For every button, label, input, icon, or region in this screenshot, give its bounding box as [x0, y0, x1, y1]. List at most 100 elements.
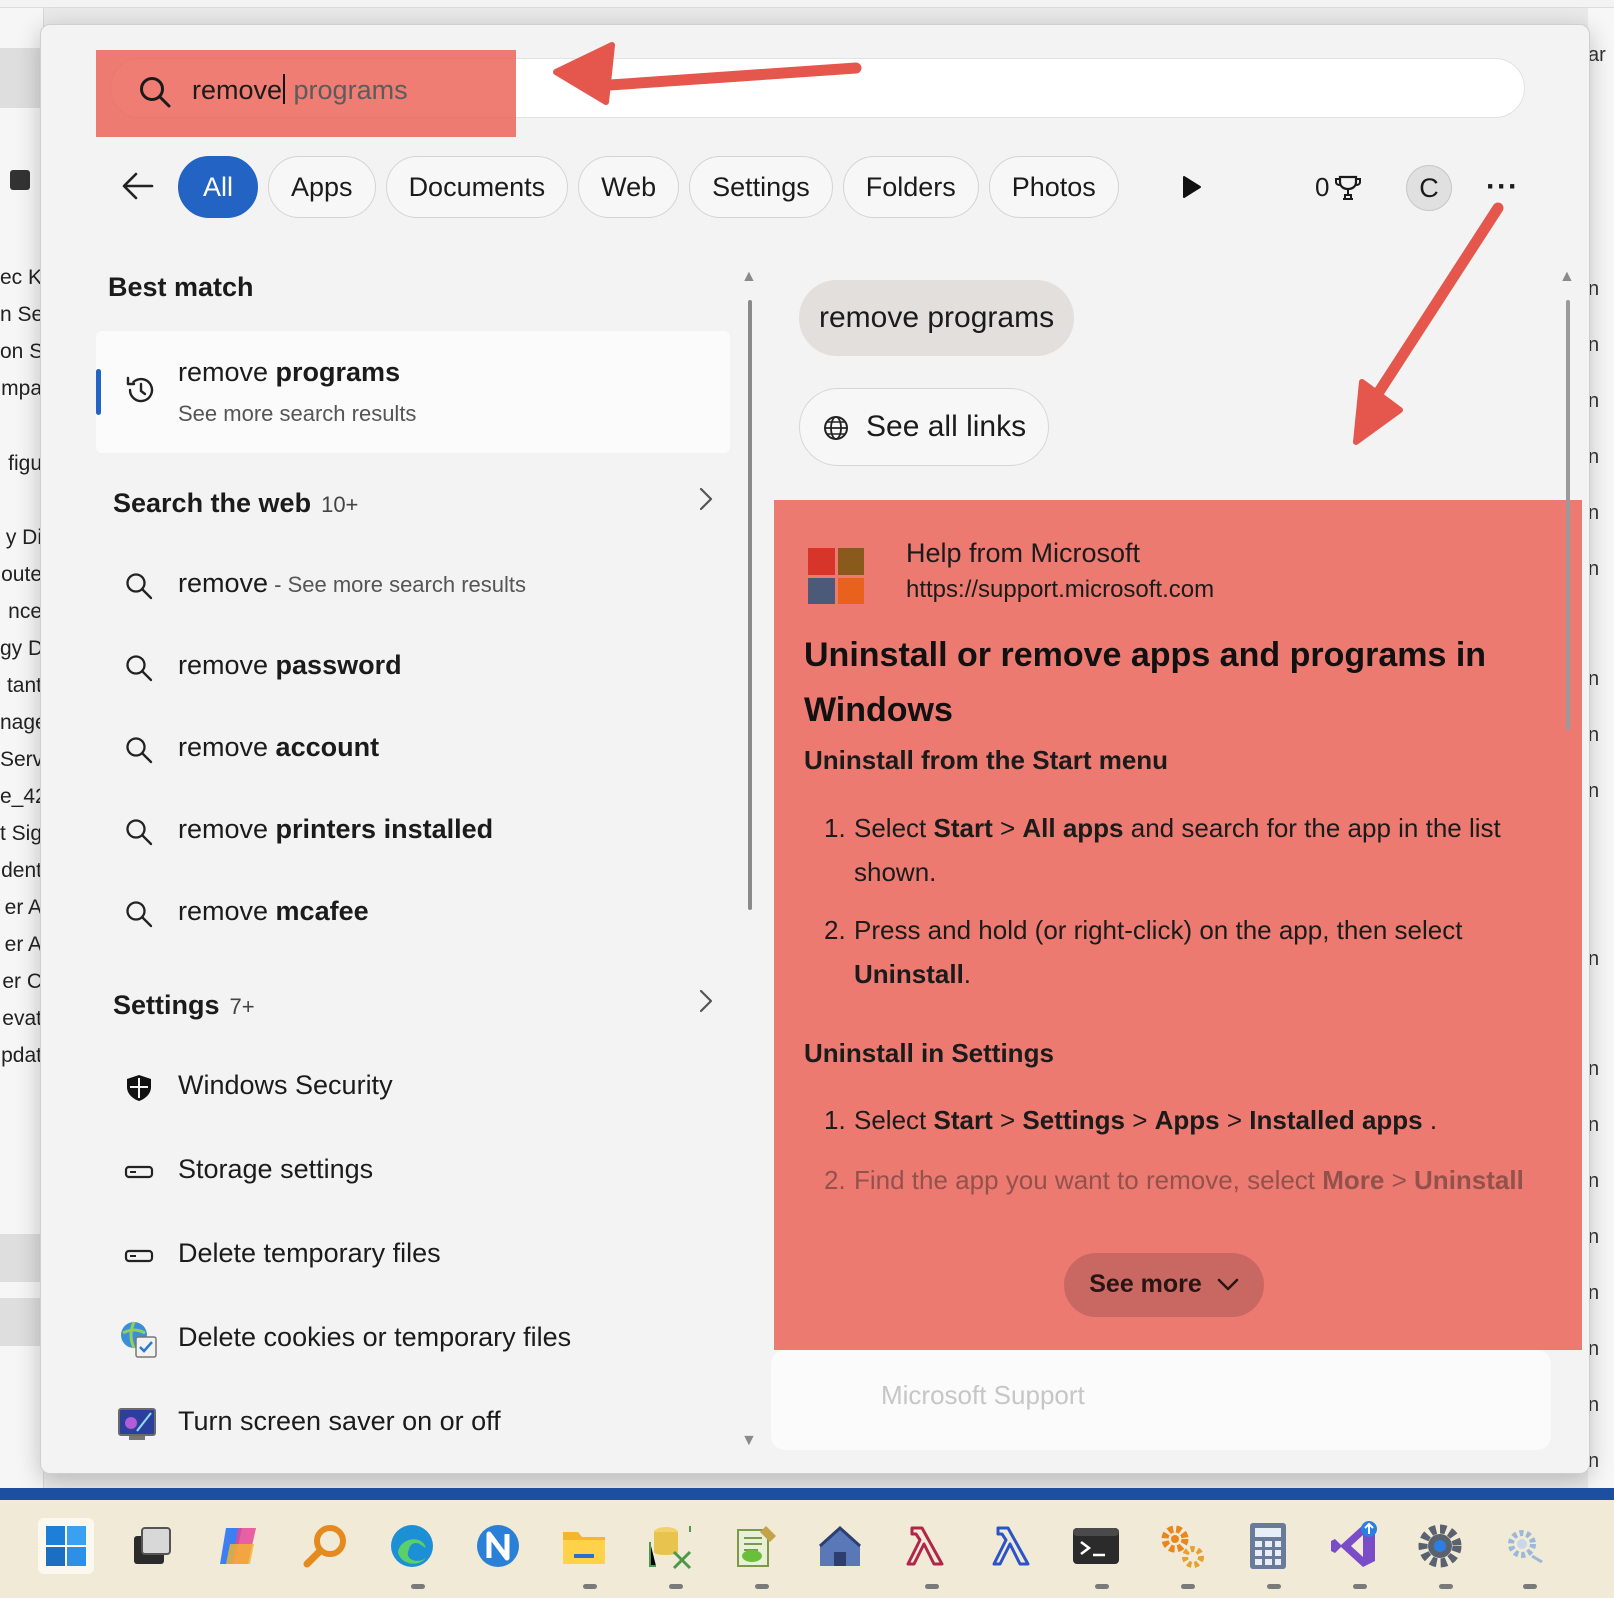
background-window-left: ec K n Se on S mpa figu y Di oute nce gy… [0, 8, 44, 1488]
rewards-points[interactable]: 0 [1315, 172, 1363, 203]
bg-text: n [1588, 1450, 1600, 1472]
search-web-heading[interactable]: Search the web 10+ [113, 488, 358, 519]
query-pill[interactable]: remove programs [799, 280, 1075, 356]
best-match-title-plain: remove [178, 357, 276, 387]
settings-result-label: Storage settings [178, 1154, 374, 1184]
search-input[interactable]: remove programs [192, 74, 408, 106]
home-app-icon[interactable] [812, 1518, 868, 1574]
database-tools-icon[interactable] [642, 1518, 698, 1574]
account-avatar[interactable]: C [1406, 165, 1452, 211]
bg-text: n [1588, 668, 1600, 690]
gears-icon[interactable] [1154, 1518, 1210, 1574]
web-result-item[interactable]: remove mcafee [96, 878, 730, 948]
copilot-icon[interactable] [212, 1518, 268, 1574]
second-answer-card[interactable]: Microsoft Support [771, 1350, 1551, 1450]
bg-text: er A [4, 896, 42, 919]
settings-result-item[interactable]: Storage settings [96, 1136, 730, 1206]
web-result-item[interactable]: remove password [96, 632, 730, 702]
answer-card[interactable]: Help from Microsoft https://support.micr… [774, 500, 1582, 1350]
settings-result-item[interactable]: Delete cookies or temporary files [96, 1304, 730, 1374]
tab-settings[interactable]: Settings [689, 156, 833, 218]
best-match-heading: Best match [108, 272, 254, 302]
bg-text: evat [2, 1007, 42, 1030]
tab-folders[interactable]: Folders [842, 156, 979, 218]
logo-cell [808, 577, 835, 604]
web-result-extra: - See more search results [268, 572, 527, 597]
running-indicator [925, 1584, 939, 1589]
lambda-red-icon[interactable] [898, 1518, 954, 1574]
card-step: 1. Select Start > Settings > Apps > Inst… [824, 1098, 1524, 1142]
more-options-button[interactable]: ··· [1486, 170, 1519, 204]
settings-heading[interactable]: Settings 7+ [113, 990, 255, 1021]
bg-text: n [1588, 724, 1600, 746]
step-number: 1. [824, 813, 846, 843]
bg-text: n [1588, 1114, 1600, 1136]
step-text-part: > [1219, 1105, 1250, 1135]
step-text-bold: Settings [1022, 1105, 1125, 1135]
settings-result-item[interactable]: Turn screen saver on or off [96, 1388, 730, 1458]
task-view-icon[interactable] [124, 1518, 180, 1574]
logo-cell [837, 548, 864, 575]
running-indicator [583, 1584, 597, 1589]
windows-start-icon[interactable] [38, 1518, 94, 1574]
card-title[interactable]: Uninstall or remove apps and programs in… [804, 628, 1524, 738]
bg-text: er A [4, 933, 42, 956]
web-result-item[interactable]: remove - See more search results [96, 550, 730, 620]
see-all-links-button[interactable]: See all links [799, 388, 1050, 466]
edge-icon[interactable] [384, 1518, 440, 1574]
tab-all[interactable]: All [178, 156, 259, 218]
step-text-part: Select [854, 1105, 934, 1135]
settings-result-item[interactable]: Windows Security [96, 1052, 730, 1122]
nitro-icon[interactable] [470, 1518, 526, 1574]
back-button[interactable] [118, 168, 158, 208]
bg-text: n Se [0, 303, 42, 326]
web-result-item[interactable]: remove account [96, 714, 730, 784]
bg-text: n [1588, 1058, 1600, 1080]
scroll-up-icon[interactable]: ▲ [741, 268, 757, 286]
chevron-right-icon[interactable] [698, 486, 714, 519]
search-magnifier-icon[interactable] [298, 1518, 354, 1574]
card-section-heading: Uninstall in Settings [804, 1038, 1054, 1068]
right-scrollbar[interactable] [1566, 300, 1570, 730]
bg-text: on S [0, 340, 42, 363]
calculator-icon[interactable] [1240, 1518, 1296, 1574]
lambda-blue-icon[interactable] [984, 1518, 1040, 1574]
web-result-bold: mcafee [275, 896, 369, 926]
chevron-right-icon[interactable] [698, 988, 714, 1021]
search-typed-text: remove [192, 75, 283, 105]
step-text-part: > [992, 1105, 1023, 1135]
bg-stripe [0, 48, 42, 108]
tab-web[interactable]: Web [578, 156, 680, 218]
bg-text: t Sig [0, 822, 42, 845]
notepad-plus-icon[interactable] [728, 1518, 784, 1574]
running-indicator [1353, 1584, 1367, 1589]
running-indicator [669, 1584, 683, 1589]
step-text-part: > [1384, 1165, 1415, 1195]
trophy-icon [1335, 175, 1362, 200]
scroll-down-icon[interactable]: ▼ [741, 1432, 757, 1450]
tab-apps[interactable]: Apps [268, 156, 376, 218]
scroll-up-icon[interactable]: ▲ [1559, 268, 1575, 286]
settings-icon[interactable] [1412, 1518, 1468, 1574]
settings-result-item[interactable]: Delete temporary files [96, 1220, 730, 1290]
web-result-item[interactable]: remove printers installed [96, 796, 730, 866]
best-match-title: remove programs [178, 357, 400, 388]
more-tabs-play-icon[interactable] [1178, 174, 1204, 200]
background-window-right: ar n n n n n n n n n n n n n n n n n n [1588, 8, 1614, 1488]
file-explorer-icon[interactable] [556, 1518, 612, 1574]
network-gear-icon[interactable] [1496, 1518, 1552, 1574]
tab-documents[interactable]: Documents [385, 156, 569, 218]
see-all-links-label: See all links [866, 410, 1027, 443]
web-result-plain: remove [178, 568, 269, 598]
see-more-button[interactable]: See more [1064, 1253, 1264, 1317]
bg-text: n [1588, 502, 1600, 524]
bg-text: y Di [5, 526, 42, 549]
search-icon [126, 737, 153, 764]
tab-photos[interactable]: Photos [988, 156, 1119, 218]
step-text-bold: Uninstall [854, 959, 964, 989]
terminal-icon[interactable] [1068, 1518, 1124, 1574]
card-url[interactable]: https://support.microsoft.com [906, 576, 1214, 604]
left-scrollbar[interactable] [748, 300, 752, 910]
visual-studio-icon[interactable] [1326, 1518, 1382, 1574]
best-match-result[interactable]: remove programs See more search results [96, 331, 730, 453]
